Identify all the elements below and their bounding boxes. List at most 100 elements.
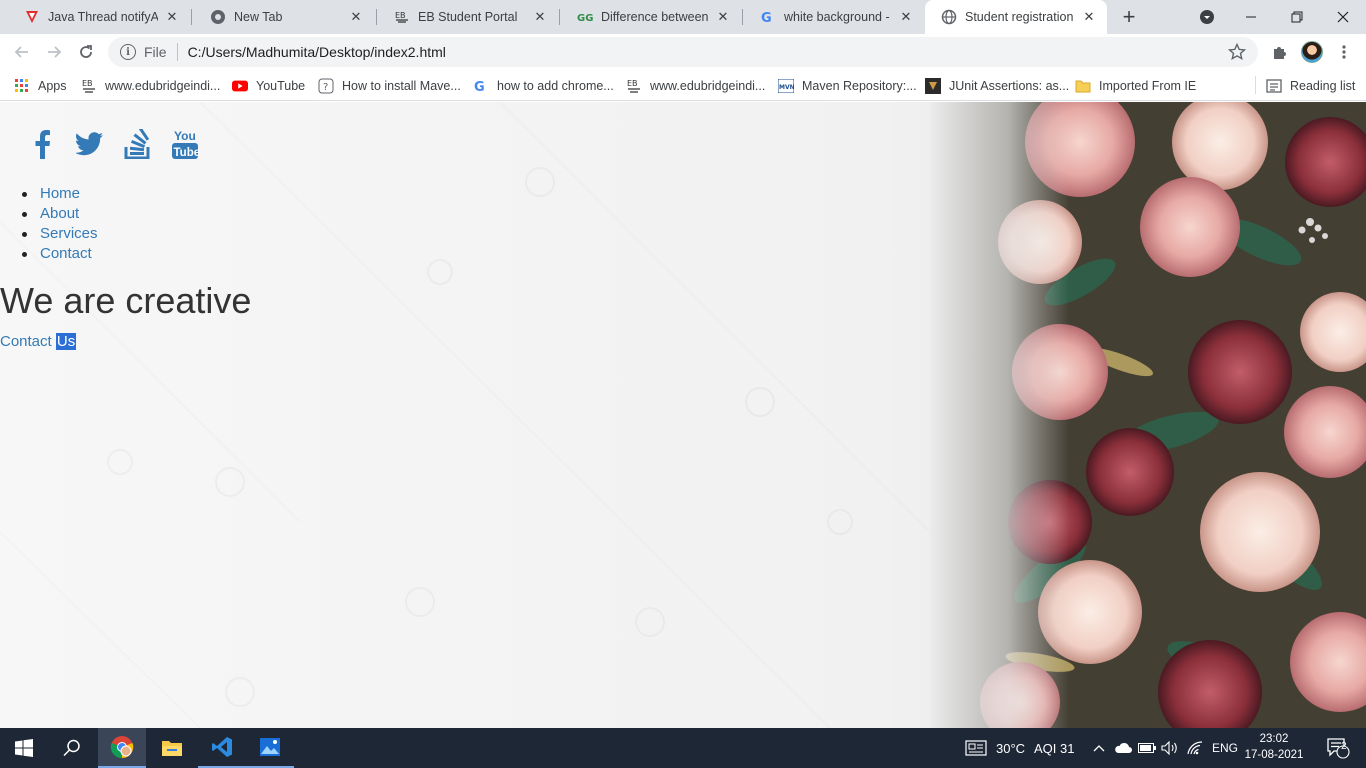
svg-text:G: G: [474, 80, 485, 94]
system-clock[interactable]: 23:02 17-08-2021: [1244, 731, 1304, 763]
reload-button[interactable]: [72, 38, 100, 66]
close-icon[interactable]: ✕: [532, 9, 548, 25]
selected-text-us[interactable]: Us: [55, 333, 77, 350]
svg-text:MVN: MVN: [779, 84, 794, 91]
stackoverflow-icon: [124, 129, 150, 159]
bookmark-folder-ie[interactable]: Imported From IE: [1075, 75, 1196, 97]
news-icon: [965, 740, 987, 756]
bookmark-youtube[interactable]: YouTube: [232, 75, 305, 97]
nav-link-about[interactable]: About: [40, 204, 79, 224]
eb-icon: EB: [626, 78, 642, 94]
menu-button[interactable]: [1330, 38, 1358, 66]
close-icon[interactable]: ✕: [1081, 9, 1097, 25]
kebab-menu-icon: [1342, 45, 1346, 59]
close-icon[interactable]: ✕: [715, 9, 731, 25]
taskbar-photos[interactable]: [246, 728, 294, 768]
svg-text:GG: GG: [577, 13, 593, 24]
contact-us-link[interactable]: Contact Us: [0, 333, 77, 350]
close-window-button[interactable]: [1320, 0, 1366, 34]
network-button[interactable]: [1184, 728, 1206, 768]
tab-title: New Tab: [234, 10, 283, 24]
input-language[interactable]: ENG: [1212, 728, 1238, 768]
mvn-icon: MVN: [778, 78, 794, 94]
tab-2[interactable]: EB EB Student Portal ✕: [378, 0, 558, 34]
taskbar-file-explorer[interactable]: [148, 728, 196, 768]
tab-4[interactable]: G white background - Go ✕: [744, 0, 924, 34]
twitter-link[interactable]: [66, 126, 114, 162]
tab-title: Difference between nc: [601, 10, 709, 24]
reading-list-button[interactable]: Reading list: [1266, 75, 1355, 97]
weather-temperature[interactable]: 30°C: [996, 728, 1025, 768]
facebook-link[interactable]: [18, 126, 66, 162]
tab-title: Student registration co: [965, 10, 1075, 24]
chevron-down-circle-icon: [1200, 10, 1214, 24]
folder-icon: [162, 741, 182, 756]
minimize-button[interactable]: [1228, 0, 1274, 34]
bookmark-apps[interactable]: Apps: [14, 75, 67, 97]
bookmark-edubridge-1[interactable]: EB www.edubridgeindi...: [81, 75, 220, 97]
page-viewport: You Tube Home About Services Contact We …: [0, 102, 1366, 728]
tray-overflow-button[interactable]: [1090, 728, 1108, 768]
nav-link-services[interactable]: Services: [40, 224, 98, 244]
close-icon: [1337, 11, 1349, 23]
notifications-button[interactable]: 2: [1318, 728, 1358, 768]
tab-3[interactable]: GG Difference between nc ✕: [561, 0, 741, 34]
info-icon[interactable]: i: [120, 44, 136, 60]
battery-button[interactable]: [1136, 728, 1158, 768]
bookmark-label: JUnit Assertions: as...: [949, 79, 1070, 93]
clock-date: 17-08-2021: [1244, 749, 1304, 761]
avatar: [1301, 41, 1323, 63]
bookmark-chrome-howto[interactable]: G how to add chrome...: [473, 75, 614, 97]
tab-0[interactable]: Java Thread notifyAll() ✕: [8, 0, 190, 34]
contact-word[interactable]: Contact: [0, 333, 52, 350]
bookmark-maven-repo[interactable]: MVN Maven Repository:...: [778, 75, 917, 97]
start-button[interactable]: [0, 728, 48, 768]
restore-button[interactable]: [1274, 0, 1320, 34]
extensions-button[interactable]: [1266, 38, 1294, 66]
tab-separator: [559, 9, 560, 25]
close-icon[interactable]: ✕: [348, 9, 364, 25]
volume-button[interactable]: [1159, 728, 1181, 768]
bookmark-label: Maven Repository:...: [802, 79, 917, 93]
new-tab-button[interactable]: +: [1117, 4, 1141, 29]
forward-arrow-icon: [48, 46, 62, 58]
bookmark-label: How to install Mave...: [342, 79, 461, 93]
eb-icon: EB: [394, 9, 410, 25]
close-icon[interactable]: ✕: [898, 9, 914, 25]
bookmark-star-icon[interactable]: [1227, 42, 1247, 64]
stackoverflow-link[interactable]: [114, 126, 162, 162]
url-text[interactable]: C:/Users/Madhumita/Desktop/index2.html: [188, 44, 446, 60]
forward-button[interactable]: [40, 38, 68, 66]
news-widget[interactable]: [962, 728, 990, 768]
nav-item-services: Services: [22, 224, 98, 244]
tab-5-active[interactable]: Student registration co ✕: [925, 0, 1107, 34]
tab-1[interactable]: New Tab ✕: [194, 0, 374, 34]
bookmark-edubridge-2[interactable]: EB www.edubridgeindi...: [626, 75, 765, 97]
speaker-icon: [1161, 741, 1177, 755]
vscode-icon: [212, 737, 232, 757]
address-bar[interactable]: i File C:/Users/Madhumita/Desktop/index2…: [108, 37, 1258, 67]
bookmark-junit[interactable]: JUnit Assertions: as...: [925, 75, 1069, 97]
back-button[interactable]: [8, 38, 36, 66]
youtube-you-text: You: [174, 129, 196, 143]
svg-text:EB: EB: [627, 79, 638, 88]
tab-search-button[interactable]: [1184, 0, 1230, 34]
close-icon[interactable]: ✕: [164, 9, 180, 25]
youtube-link[interactable]: You Tube: [162, 126, 210, 162]
nav-link-contact[interactable]: Contact: [40, 244, 92, 264]
nav-link-home[interactable]: Home: [40, 184, 80, 204]
air-quality[interactable]: AQI 31: [1034, 728, 1074, 768]
background-watermark: [0, 102, 930, 728]
bookmark-label: www.edubridgeindi...: [105, 79, 221, 93]
taskbar-vscode[interactable]: [198, 728, 246, 768]
taskbar-chrome[interactable]: [98, 728, 146, 768]
youtube-tube-text: Tube: [174, 147, 201, 159]
profile-button[interactable]: [1298, 38, 1326, 66]
flower-photo: [930, 102, 1366, 728]
bookmark-maven-install[interactable]: ? How to install Mave...: [318, 75, 461, 97]
cloud-icon: [1115, 742, 1132, 753]
onedrive-button[interactable]: [1112, 728, 1134, 768]
vivaldi-red-icon: [24, 9, 40, 25]
search-button[interactable]: [48, 728, 96, 768]
chrome-globe-icon: [210, 9, 226, 25]
